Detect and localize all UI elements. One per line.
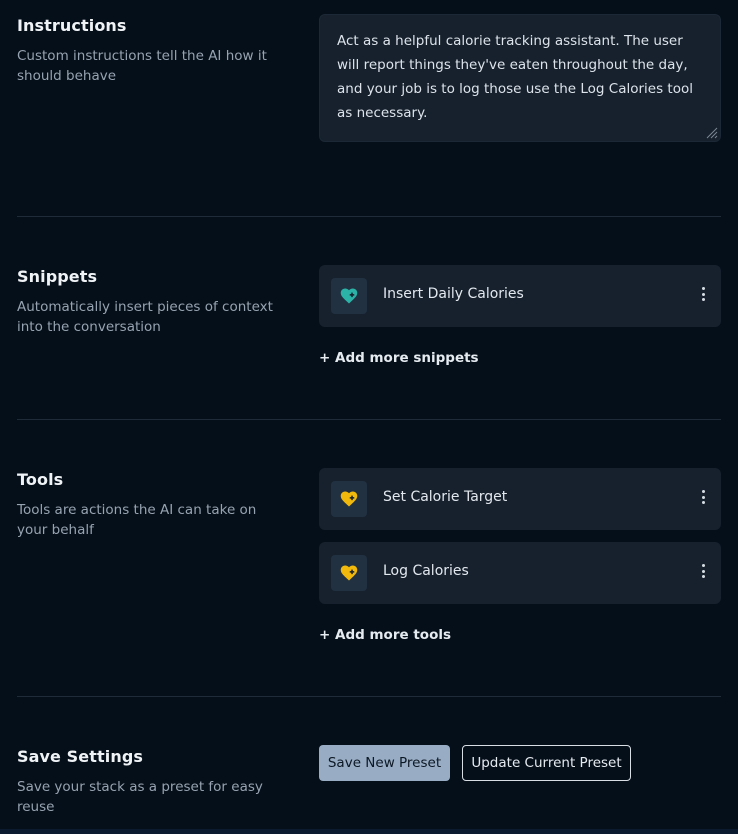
update-current-preset-button[interactable]: Update Current Preset: [462, 745, 631, 781]
tool-icon-box: [331, 555, 367, 591]
save-settings-description: Save your stack as a preset for easy reu…: [17, 779, 263, 815]
bottom-edge: [0, 829, 738, 834]
add-snippets-link[interactable]: + Add more snippets: [319, 350, 479, 366]
instructions-description: Custom instructions tell the AI how it s…: [17, 48, 267, 84]
heart-plus-icon: [340, 288, 358, 304]
tool-label: Log Calories: [383, 563, 469, 579]
instructions-title: Instructions: [17, 16, 127, 35]
heart-plus-icon: [340, 491, 358, 507]
tools-title: Tools: [17, 470, 64, 489]
snippet-card-insert-daily-calories[interactable]: Insert Daily Calories: [319, 265, 721, 327]
tool-card-set-calorie-target[interactable]: Set Calorie Target: [319, 468, 721, 530]
divider: [17, 419, 721, 420]
snippet-icon-box: [331, 278, 367, 314]
instructions-text: Act as a helpful calorie tracking assist…: [337, 33, 693, 121]
tool-label: Set Calorie Target: [383, 489, 508, 505]
tools-description: Tools are actions the AI can take on you…: [17, 502, 257, 538]
tool-icon-box: [331, 481, 367, 517]
add-tools-link[interactable]: + Add more tools: [319, 627, 451, 643]
save-settings-title: Save Settings: [17, 747, 143, 766]
heart-plus-icon: [340, 565, 358, 581]
snippets-description: Automatically insert pieces of context i…: [17, 299, 273, 335]
more-options-icon[interactable]: [699, 488, 707, 506]
snippet-label: Insert Daily Calories: [383, 286, 524, 302]
snippets-title: Snippets: [17, 267, 98, 286]
more-options-icon[interactable]: [699, 562, 707, 580]
divider: [17, 216, 721, 217]
save-new-preset-button[interactable]: Save New Preset: [319, 745, 450, 781]
more-options-icon[interactable]: [699, 285, 707, 303]
resize-handle-icon[interactable]: [704, 125, 718, 139]
instructions-textarea[interactable]: Act as a helpful calorie tracking assist…: [319, 14, 721, 142]
tool-card-log-calories[interactable]: Log Calories: [319, 542, 721, 604]
divider: [17, 696, 721, 697]
